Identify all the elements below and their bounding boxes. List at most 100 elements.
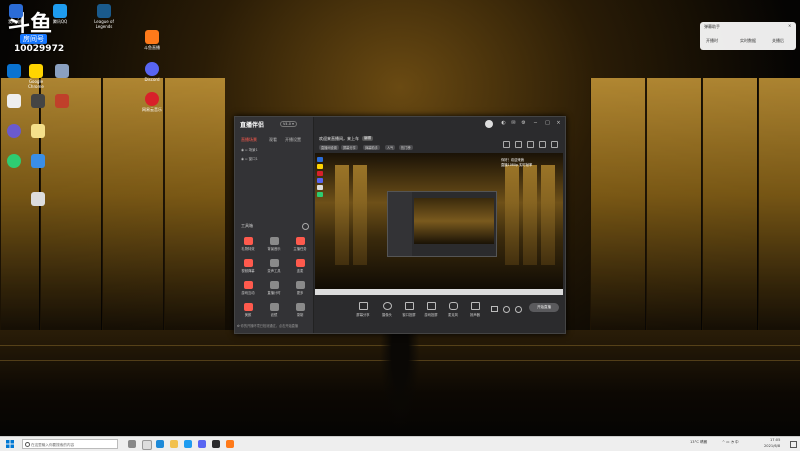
room-settings-chip[interactable]: 直播间设置 [319,145,339,150]
skin-icon[interactable]: ◐ [501,121,506,126]
desktop-icon-label: League of Legends [94,19,114,29]
desktop-icon-discord[interactable]: Discord [140,62,164,82]
preview-pane [505,165,519,265]
tool-link[interactable]: 连麦 [289,259,311,273]
tool-label: 礼物特效 [241,247,255,251]
desktop-icon[interactable] [50,94,74,109]
start-live-button[interactable]: 开始直播 [529,303,559,312]
taskbar-search-input[interactable]: 在这里输入你要搜索的内容 [22,439,118,449]
desktop-icon-computer[interactable]: 我的电脑 [4,4,28,24]
scene-item[interactable]: ◉ ▫ 场景1 [241,148,258,153]
clock-icon[interactable] [503,306,510,313]
desktop-icon-netease[interactable]: 网易云音乐 [140,92,164,112]
wallpaper-pane [0,78,39,338]
version-dropdown[interactable]: V4.0 ▾ [280,121,297,127]
screenshot-icon[interactable] [527,141,534,148]
live-companion-taskbar-icon[interactable] [212,440,220,448]
desktop-icon[interactable] [26,124,50,139]
settings-icon[interactable] [515,306,522,313]
danmu-helper-chip[interactable]: 弹幕助手 [363,145,380,150]
tool-more[interactable]: 更多 [289,281,311,295]
tab-watch[interactable]: 观看 [269,137,277,143]
desktop-icon[interactable] [2,124,26,139]
screen-share-button[interactable]: 屏幕分享 [353,302,373,317]
mail-icon[interactable]: ✉ [511,121,516,126]
tool-filter[interactable]: 滤镜 [263,303,285,317]
chrome-icon [29,64,43,78]
wechat-icon [7,154,21,168]
tool-timer[interactable]: 直播计时 [263,281,285,295]
close-icon[interactable]: × [788,23,791,28]
edge-icon[interactable] [156,440,164,448]
tool-music[interactable]: 背景音乐 [263,237,285,251]
desktop-icon-lol[interactable]: League of Legends [92,4,116,29]
close-icon[interactable]: × [556,121,561,126]
desktop-icon[interactable] [2,94,26,109]
notification-item[interactable]: 实时数据 [740,38,756,44]
tool-video-danmu[interactable]: 视频弹幕 [237,259,259,273]
lock-icon[interactable] [515,141,522,148]
widget-icon[interactable] [142,440,152,450]
weather-widget[interactable]: 13°C 晴朗 [690,440,707,445]
wallpaper-pane [164,78,225,338]
tool-task[interactable]: 主播任务 [289,237,311,251]
task-view-icon[interactable] [128,440,136,448]
maximize-icon[interactable]: □ [545,121,550,126]
window-icon [404,302,414,310]
desktop-icon[interactable] [26,154,50,169]
bell-icon[interactable] [539,141,546,148]
desktop-icon[interactable] [26,192,50,207]
tool-gift[interactable]: 礼物特效 [237,237,259,251]
wallpaper-pane [646,78,701,338]
system-tray-icons[interactable]: ^ ▭ ◔ 中 [722,440,739,445]
game-cast-button[interactable]: 游戏投屏 [421,302,441,317]
share-icon[interactable] [551,141,558,148]
speaker-icon [470,302,480,310]
minimize-icon[interactable]: − [533,121,538,126]
desktop-icon[interactable] [50,64,74,79]
microphone-button[interactable]: 麦克风 [443,302,463,317]
discord-icon[interactable] [198,440,206,448]
qq-icon[interactable] [184,440,192,448]
popularity-chip[interactable]: 人气 [385,145,396,150]
avatar[interactable] [485,120,493,128]
tool-voice[interactable]: 变声工具 [263,259,285,273]
hot-rank-chip[interactable]: 热门榜 [399,145,413,150]
notification-icon[interactable] [790,441,797,448]
tab-scene[interactable]: 直播场景 [241,137,257,143]
desktop-icon[interactable] [2,64,26,79]
tool-label: 滤镜 [270,313,278,317]
screen-share-chip[interactable]: 屏幕分享 [341,145,358,150]
tool-beauty[interactable]: 美颜 [237,303,259,317]
desktop-icon-qq[interactable]: 腾讯QQ [48,4,72,24]
tool-game[interactable]: 游戏互动 [237,281,259,295]
record-icon[interactable] [503,141,510,148]
stream-preview[interactable]: 你好！欢迎来我 直播1080p 实时帧率 [315,153,563,295]
window-cast-button[interactable]: 窗口投屏 [399,302,419,317]
nested-preview [414,198,494,244]
douyu-taskbar-icon[interactable] [226,440,234,448]
file-explorer-icon[interactable] [170,440,178,448]
scene-item[interactable]: ◉ ▫ 窗口1 [241,157,258,162]
desktop-icon[interactable] [26,94,50,109]
tool-record[interactable]: 录制 [289,303,311,317]
clock-date[interactable]: 2021/6/8 [764,444,780,448]
camera-button[interactable]: 摄像头 [377,302,397,317]
notification-item[interactable]: 关播后 [772,38,784,44]
more-icon [295,281,305,289]
tool-label: 录制 [296,313,304,317]
tab-settings[interactable]: 开播设置 [285,137,301,143]
desktop-icon-douyu[interactable]: 斗鱼直播 [140,30,164,50]
windows-start-icon[interactable] [6,440,14,448]
stream-header: 欢迎来直播间，来上车 编辑 直播间设置 屏幕分享 弹幕助手 人气 热门榜 ◐ ✉… [315,117,565,150]
notification-item[interactable]: 开播时 [706,38,718,44]
edit-title-button[interactable]: 编辑 [362,136,373,141]
settings-icon[interactable] [302,223,309,230]
desktop-icon[interactable] [2,154,26,169]
speaker-button[interactable]: 扬声器 [465,302,485,317]
clock-time[interactable]: 17:05 [770,438,780,442]
settings-icon[interactable]: ⚙ [521,121,526,126]
timer-icon [269,281,279,289]
record-icon[interactable] [491,306,498,312]
desktop-icon-chrome[interactable]: Google Chrome [24,64,48,89]
